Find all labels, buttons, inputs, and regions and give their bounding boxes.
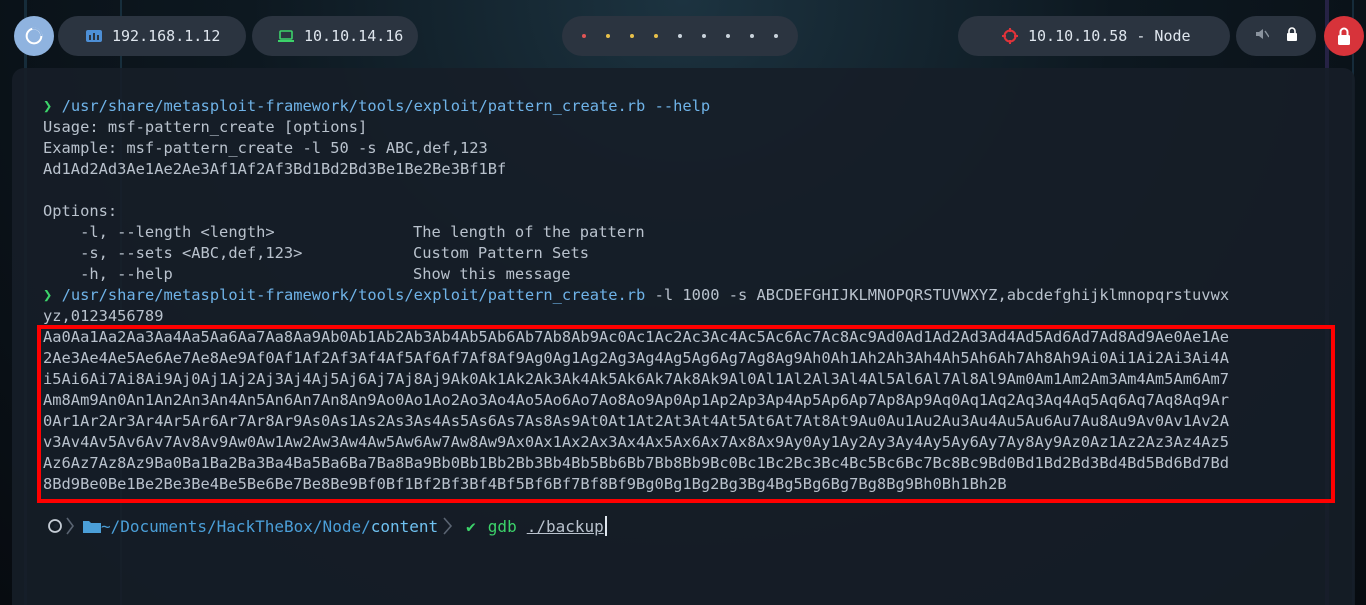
success-check-icon: ✔ bbox=[466, 516, 476, 536]
text-cursor bbox=[604, 516, 607, 536]
vpn-ip-widget[interactable]: 10.10.14.16 bbox=[252, 16, 418, 56]
target-widget[interactable]: 10.10.10.58 - Node bbox=[958, 16, 1230, 56]
launcher-button[interactable] bbox=[14, 16, 54, 56]
prompt-arrow: ❯ bbox=[43, 97, 53, 115]
prompt-path: ~/Documents/HackTheBox/Node/content bbox=[83, 517, 438, 536]
workspace-switcher[interactable] bbox=[562, 16, 798, 56]
pattern-output: Aa0Aa1Aa2Aa3Aa4Aa5Aa6Aa7Aa8Aa9Ab0Ab1Ab2A… bbox=[43, 327, 1355, 495]
option-desc: Show this message bbox=[413, 265, 571, 283]
prompt-arrow: ❯ bbox=[43, 286, 53, 304]
pattern-line: i5Ai6Ai7Ai8Ai9Aj0Aj1Aj2Aj3Aj4Aj5Aj6Aj7Aj… bbox=[43, 370, 1230, 388]
prompt-path-dir: content bbox=[370, 516, 439, 536]
target-label: 10.10.10.58 - Node bbox=[1028, 27, 1191, 45]
options-header: Options: bbox=[43, 202, 118, 220]
padlock-icon bbox=[1338, 27, 1350, 45]
shell-prompt[interactable]: ~/Documents/HackTheBox/Node/content ✔ gd… bbox=[43, 515, 607, 537]
command-wrap-line: yz,0123456789 bbox=[43, 307, 164, 325]
command-text: /usr/share/metasploit-framework/tools/ex… bbox=[61, 97, 711, 115]
option-flag: -s, --sets <ABC,def,123> bbox=[43, 244, 303, 262]
usage-line: Usage: msf-pattern_create [options] bbox=[43, 118, 368, 136]
option-flag: -h, --help bbox=[43, 265, 173, 283]
workspace-6[interactable] bbox=[702, 34, 706, 38]
pattern-line: 0Ar1Ar2Ar3Ar4Ar5Ar6Ar7Ar8Ar9As0As1As2As3… bbox=[43, 412, 1230, 430]
example-line: Example: msf-pattern_create -l 50 -s ABC… bbox=[43, 139, 488, 157]
command-path: /usr/share/metasploit-framework/tools/ex… bbox=[61, 286, 646, 304]
local-ip-widget[interactable]: 192.168.1.12 bbox=[58, 16, 246, 56]
option-desc: Custom Pattern Sets bbox=[413, 244, 590, 262]
typed-command: gdb bbox=[487, 516, 517, 536]
workspace-5[interactable] bbox=[678, 34, 682, 38]
top-bar: 192.168.1.12 10.10.14.16 10.10.10.58 - N… bbox=[0, 0, 1366, 70]
workspace-8[interactable] bbox=[750, 34, 754, 38]
debian-prompt-icon bbox=[43, 515, 83, 537]
lock-icon[interactable] bbox=[1286, 27, 1298, 45]
vpn-ip-label: 10.10.14.16 bbox=[304, 27, 404, 45]
power-button[interactable] bbox=[1324, 16, 1364, 56]
laptop-icon bbox=[278, 29, 294, 43]
mute-icon[interactable] bbox=[1255, 27, 1270, 45]
pattern-line: v3Av4Av5Av6Av7Av8Av9Aw0Aw1Aw2Aw3Aw4Aw5Aw… bbox=[43, 433, 1230, 451]
system-tray[interactable] bbox=[1236, 16, 1316, 56]
local-ip-label: 192.168.1.12 bbox=[112, 27, 221, 45]
example-output-line: Ad1Ad2Ad3Ae1Ae2Ae3Af1Af2Af3Bd1Bd2Bd3Be1B… bbox=[43, 160, 507, 178]
option-flag: -l, --length <length> bbox=[43, 223, 275, 241]
option-line: -h, --help Show this message bbox=[43, 264, 1355, 285]
prompt-path-prefix: ~/Documents/HackTheBox/Node/ bbox=[101, 516, 371, 536]
command-line-1: ❯ /usr/share/metasploit-framework/tools/… bbox=[43, 96, 1355, 117]
network-icon bbox=[86, 29, 102, 43]
pattern-line: 8Bd9Be0Be1Be2Be3Be4Be5Be6Be7Be8Be9Bf0Bf1… bbox=[43, 475, 1007, 493]
option-line: -l, --length <length> The length of the p… bbox=[43, 222, 1355, 243]
separator-icon bbox=[438, 515, 460, 537]
workspace-3[interactable] bbox=[630, 34, 634, 38]
pattern-line: Az6Az7Az8Az9Ba0Ba1Ba2Ba3Ba4Ba5Ba6Ba7Ba8B… bbox=[43, 454, 1230, 472]
command-line-2: ❯ /usr/share/metasploit-framework/tools/… bbox=[43, 285, 1355, 306]
option-desc: The length of the pattern bbox=[413, 223, 645, 241]
workspace-9[interactable] bbox=[774, 34, 778, 38]
pattern-line: Am8Am9An0An1An2An3An4An5An6An7An8An9Ao0A… bbox=[43, 391, 1230, 409]
pattern-line: Aa0Aa1Aa2Aa3Aa4Aa5Aa6Aa7Aa8Aa9Ab0Ab1Ab2A… bbox=[43, 328, 1230, 346]
workspace-1[interactable] bbox=[582, 34, 586, 38]
option-line: -s, --sets <ABC,def,123> Custom Pattern S… bbox=[43, 243, 1355, 264]
typed-argument: ./backup bbox=[526, 516, 604, 536]
folder-icon bbox=[83, 521, 101, 533]
workspace-7[interactable] bbox=[726, 34, 730, 38]
crosshair-icon bbox=[1002, 28, 1018, 44]
debian-logo-icon bbox=[25, 27, 43, 45]
pattern-line: 2Ae3Ae4Ae5Ae6Ae7Ae8Ae9Af0Af1Af2Af3Af4Af5… bbox=[43, 349, 1230, 367]
command-args: -l 1000 -s ABCDEFGHIJKLMNOPQRSTUVWXYZ,ab… bbox=[654, 286, 1230, 304]
workspace-4[interactable] bbox=[654, 34, 658, 38]
workspace-2[interactable] bbox=[606, 34, 610, 38]
terminal-window[interactable]: ❯ /usr/share/metasploit-framework/tools/… bbox=[12, 68, 1355, 605]
